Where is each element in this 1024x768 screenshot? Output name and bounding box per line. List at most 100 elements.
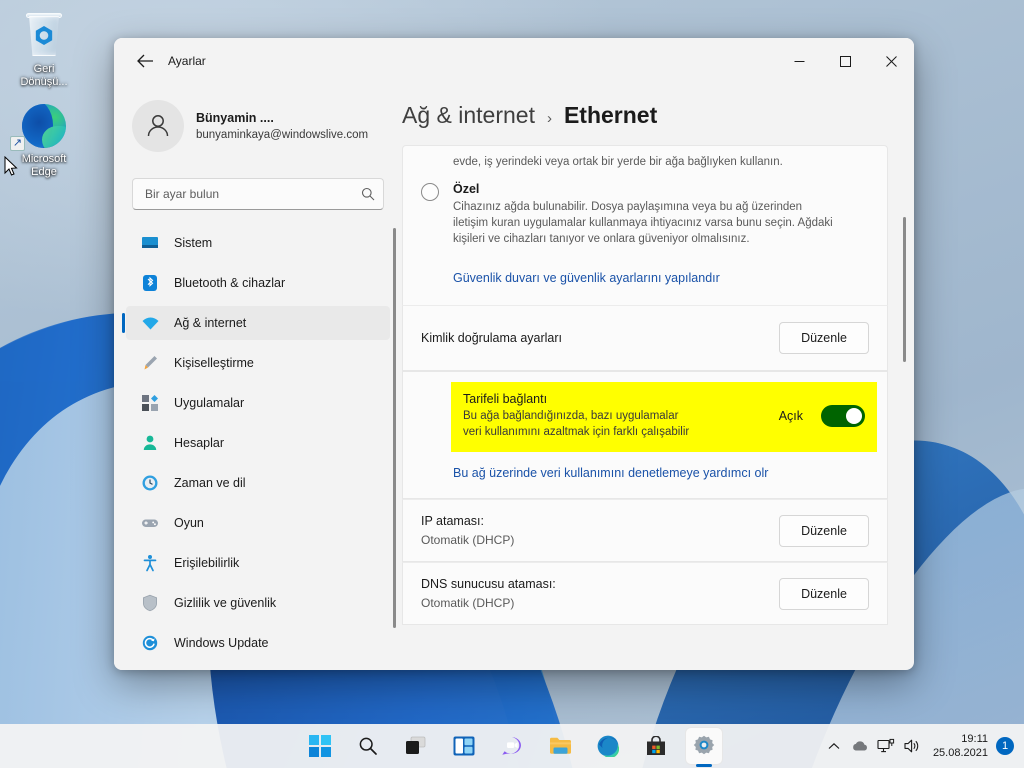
task-view-button[interactable] (398, 728, 434, 764)
dns-assignment-key: DNS sunucusu ataması: (421, 577, 556, 591)
chat-button[interactable] (494, 728, 530, 764)
toggle-state-label: Açık (778, 409, 803, 423)
metered-toggle-switch[interactable] (821, 405, 865, 427)
onedrive-tray-button[interactable] (847, 728, 873, 764)
user-text: Bünyamin .... bunyaminkaya@windowslive.c… (196, 110, 368, 143)
sidebar-scrollbar[interactable] (393, 228, 396, 628)
network-icon (877, 738, 895, 753)
ip-assignment-value: Otomatik (DHCP) (421, 533, 515, 547)
close-button[interactable] (868, 38, 914, 84)
dns-assignment-row: DNS sunucusu ataması: Otomatik (DHCP) Dü… (402, 562, 888, 625)
person-icon (140, 433, 160, 453)
recycle-bin-label-line2: Dönüşü... (20, 76, 68, 88)
user-email: bunyaminkaya@windowslive.com (196, 128, 369, 141)
minimize-button[interactable] (776, 38, 822, 84)
firewall-link-row: Güvenlik duvarı ve güvenlik ayarlarını y… (403, 263, 887, 305)
dns-assignment-value: Otomatik (DHCP) (421, 596, 515, 610)
ip-edit-button[interactable]: Düzenle (779, 514, 869, 547)
edge-label-line1: Microsoft (21, 153, 67, 165)
clock-globe-icon (140, 473, 160, 493)
clock-time: 19:11 (961, 733, 988, 745)
sidebar-item-sistem[interactable]: Sistem (126, 226, 390, 260)
start-button[interactable] (302, 728, 338, 764)
data-usage-link[interactable]: Bu ağ üzerinde veri kullanımını denetlem… (453, 466, 768, 480)
chat-icon (502, 737, 521, 755)
sidebar-item-ag-internet[interactable]: Ağ & internet (122, 306, 390, 340)
back-button[interactable] (128, 46, 162, 76)
accessibility-icon (140, 553, 160, 573)
sidebar-item-label: Kişiselleştirme (174, 356, 254, 370)
cloud-icon (853, 741, 867, 751)
update-icon (140, 633, 160, 653)
auth-settings-label: Kimlik doğrulama ayarları (421, 331, 563, 345)
breadcrumb-parent[interactable]: Ağ & internet (402, 102, 535, 129)
search-box[interactable] (132, 178, 384, 210)
sidebar-item-bluetooth-cihazlar[interactable]: Bluetooth & cihazlar (126, 266, 390, 300)
edge-label-line2: Edge (31, 166, 57, 178)
ip-assignment-row: IP ataması: Otomatik (DHCP) Düzenle (402, 499, 888, 562)
edge-icon: ↗ (4, 104, 84, 151)
bluetooth-icon (140, 273, 160, 293)
wifi-icon (140, 313, 160, 333)
breadcrumb-separator-icon: › (546, 110, 552, 127)
maximize-button[interactable] (822, 38, 868, 84)
search-button[interactable] (350, 728, 386, 764)
volume-tray-button[interactable] (899, 728, 925, 764)
sidebar-item-uygulamalar[interactable]: Uygulamalar (126, 386, 390, 420)
microsoft-store-button[interactable] (638, 728, 674, 764)
firewall-settings-link[interactable]: Güvenlik duvarı ve güvenlik ayarlarını y… (453, 271, 720, 285)
back-arrow-icon (136, 54, 153, 68)
metered-description: Bu ağa bağlandığınızda, bazı uygulamalar… (463, 410, 690, 438)
sidebar-item-kisisellestirme[interactable]: Kişiselleştirme (126, 346, 390, 380)
sidebar-item-erisilebilirlik[interactable]: Erişilebilirlik (126, 546, 390, 580)
widgets-icon (453, 736, 475, 756)
sidebar-nav-list: Sistem Bluetooth & cihazlar Ağ & interne… (114, 220, 402, 670)
page-title: Ethernet (563, 102, 658, 128)
private-network-option[interactable]: Özel Cihazınız ağda bulunabilir. Dosya p… (403, 180, 887, 263)
sidebar-item-gizlilik-ve-guvenlik[interactable]: Gizlilik ve güvenlik (126, 586, 390, 620)
ip-assignment-key: IP ataması: (421, 514, 484, 528)
widgets-button[interactable] (446, 728, 482, 764)
task-view-icon (406, 736, 426, 754)
window-controls (776, 38, 914, 84)
sidebar-item-zaman-ve-dil[interactable]: Zaman ve dil (126, 466, 390, 500)
mouse-cursor-icon (4, 156, 18, 176)
radio-button-private[interactable] (421, 183, 439, 201)
taskbar-clock[interactable]: 19:11 25.08.2021 (933, 732, 988, 760)
gear-icon (693, 735, 715, 755)
sidebar-item-label: Hesaplar (174, 436, 225, 450)
sidebar-item-oyun[interactable]: Oyun (126, 506, 390, 540)
search-icon (359, 737, 377, 755)
dns-edit-button[interactable]: Düzenle (779, 577, 869, 610)
private-option-description: Cihazınız ağda bulunabilir. Dosya paylaş… (453, 201, 833, 245)
settings-button[interactable] (686, 728, 722, 764)
shortcut-arrow-icon: ↗ (10, 136, 25, 151)
user-name: Bünyamin .... (196, 110, 274, 125)
content-scrollbar[interactable] (903, 217, 906, 362)
desktop-icon-recycle-bin[interactable]: Geri Dönüşü... (4, 13, 84, 89)
data-usage-link-row: Bu ağ üzerinde veri kullanımını denetlem… (403, 452, 887, 484)
show-hidden-icons-button[interactable] (821, 728, 847, 764)
private-option-text: Özel Cihazınız ağda bulunabilir. Dosya p… (453, 182, 833, 247)
sidebar-item-label: Erişilebilirlik (174, 556, 240, 570)
notification-badge[interactable]: 1 (996, 737, 1014, 755)
sidebar-item-hesaplar[interactable]: Hesaplar (126, 426, 390, 460)
store-icon (647, 736, 665, 755)
edge-button[interactable] (590, 728, 626, 764)
search-input[interactable] (145, 187, 361, 201)
network-tray-button[interactable] (873, 728, 899, 764)
main-pane: Ağ & internet › Ethernet evde, iş yerind… (402, 84, 914, 670)
sidebar-item-windows-update[interactable]: Windows Update (126, 626, 390, 660)
ip-assignment-text: IP ataması: Otomatik (DHCP) (421, 514, 514, 547)
auth-edit-button[interactable]: Düzenle (779, 322, 869, 354)
user-account-card[interactable]: Bünyamin .... bunyaminkaya@windowslive.c… (114, 84, 402, 166)
auth-settings-row: Kimlik doğrulama ayarları Düzenle (402, 305, 888, 371)
clipped-description: evde, iş yerindeki veya ortak bir yerde … (453, 156, 783, 168)
network-profile-card: evde, iş yerindeki veya ortak bir yerde … (402, 145, 888, 305)
folder-icon (549, 737, 571, 754)
file-explorer-button[interactable] (542, 728, 578, 764)
window-title: Ayarlar (168, 54, 206, 68)
sidebar-item-label: Windows Update (174, 636, 269, 650)
sidebar-item-label: Ağ & internet (174, 316, 247, 330)
metered-title: Tarifeli bağlantı (463, 392, 548, 406)
